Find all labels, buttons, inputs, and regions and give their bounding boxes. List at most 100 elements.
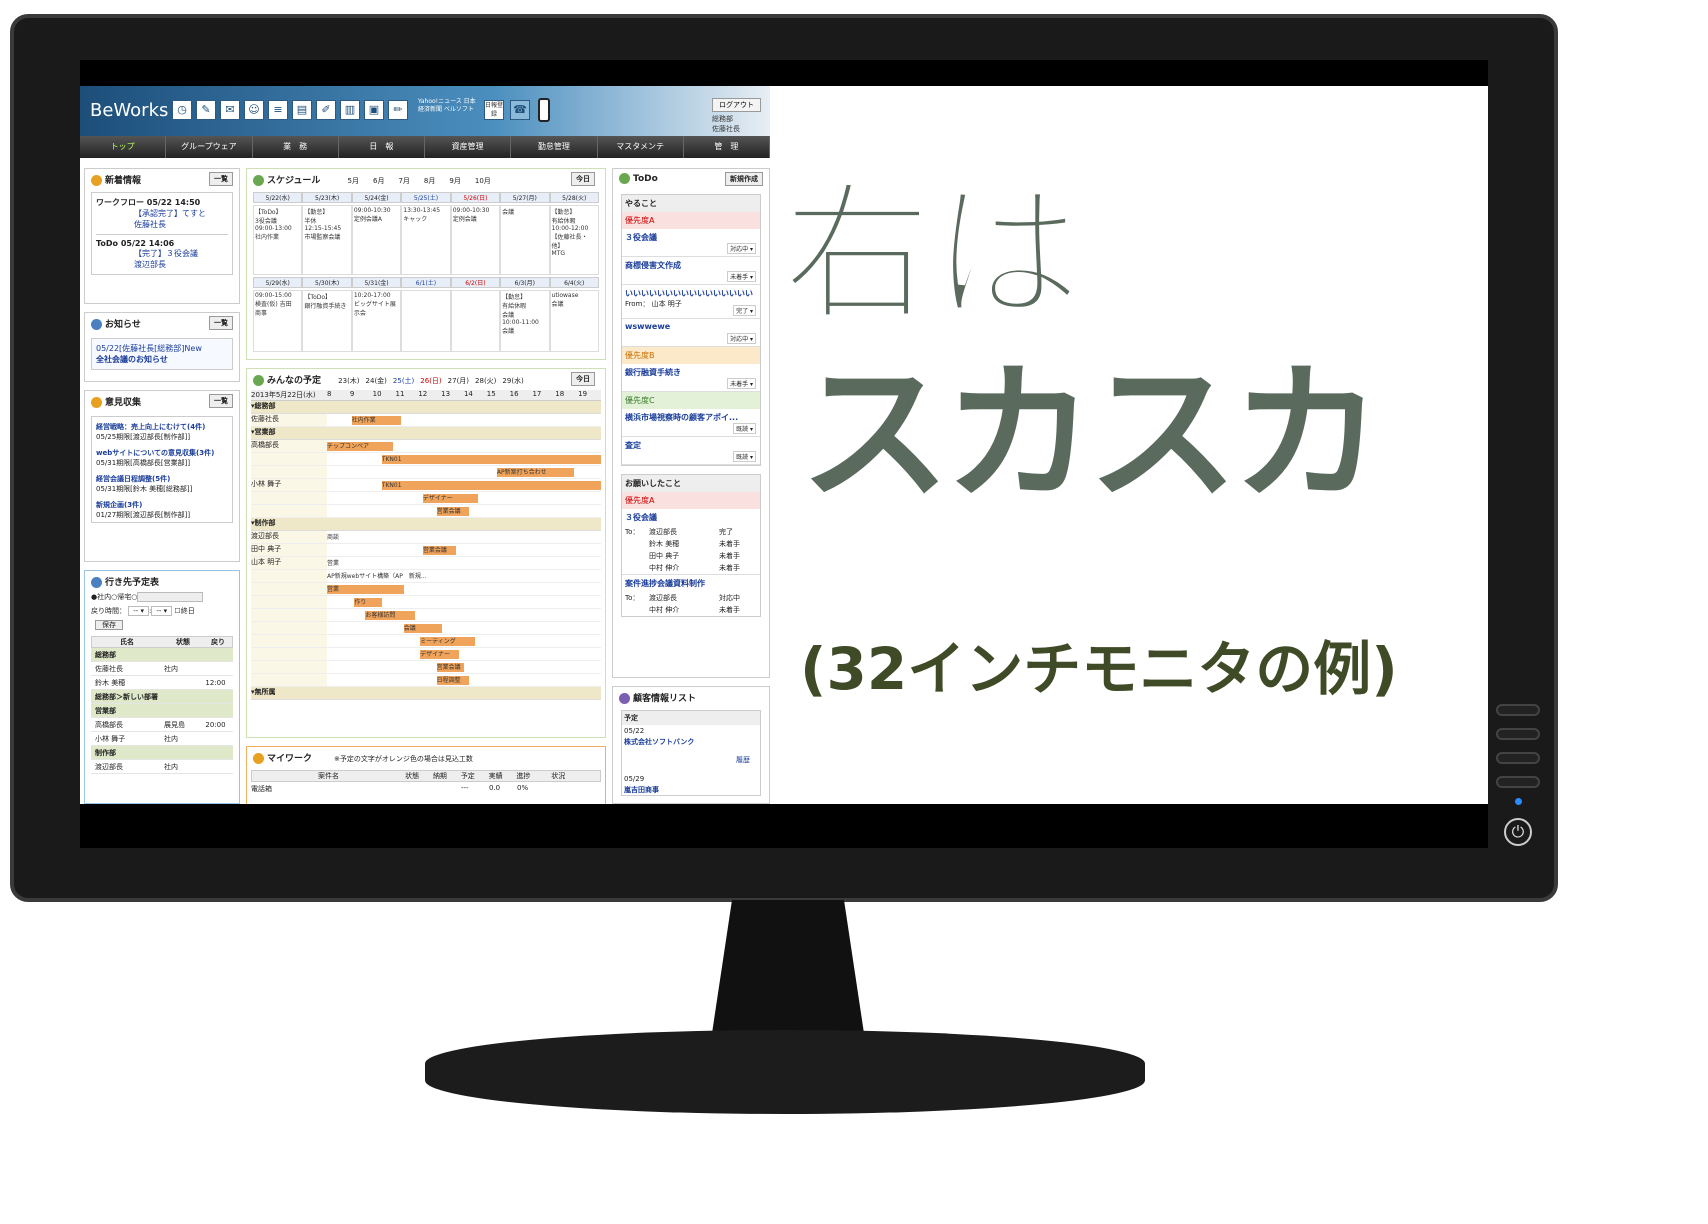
todo-item-title[interactable]: wswwewe <box>625 322 757 331</box>
status-radio[interactable]: ●社内○帰宅○ <box>91 593 137 601</box>
day-cell[interactable]: 【勤怠】 有給休暇 会議 10:00-11:00 会議 <box>500 290 550 352</box>
logout-button[interactable]: ログアウト <box>712 98 761 112</box>
all-day-label[interactable]: 終日 <box>181 607 195 615</box>
status-select[interactable]: 既読 ▾ <box>733 451 756 462</box>
status-select[interactable]: 対応中 ▾ <box>727 333 756 344</box>
nav-attendance[interactable]: 勤怠管理 <box>511 136 598 158</box>
mail-icon[interactable]: ✉ <box>220 100 240 120</box>
group-row[interactable]: ▾営業部 <box>251 427 601 440</box>
day-header[interactable]: 5/25(土) <box>401 192 451 203</box>
news-item-link[interactable]: 【承認完了】てすと <box>96 208 228 219</box>
member-name[interactable] <box>251 505 327 517</box>
users-icon[interactable]: ☺ <box>244 100 264 120</box>
day-cell[interactable]: 09:00-10:30 定例会議 <box>450 205 501 275</box>
gantt-bar[interactable]: 作り <box>354 598 382 607</box>
gantt-bar[interactable]: 営業会議 <box>422 546 456 555</box>
opinion-list-button[interactable]: 一覧 <box>209 394 233 408</box>
gantt-bar[interactable]: 社内作業 <box>351 416 401 425</box>
member-name[interactable]: 山本 明子 <box>251 557 327 569</box>
member-name[interactable]: 佐藤社長 <box>251 414 327 426</box>
day-tab[interactable]: 28(火) <box>475 377 496 385</box>
gantt-bar[interactable]: デザイナー <box>422 494 478 503</box>
nav-top[interactable]: トップ <box>80 136 167 158</box>
hour-select[interactable]: -- ▾ <box>128 606 150 616</box>
member-name[interactable] <box>251 583 327 595</box>
person-card-icon[interactable]: ▣ <box>364 100 384 120</box>
todo-new-button[interactable]: 新規作成 <box>725 172 763 186</box>
day-header[interactable]: 5/29(水) <box>253 277 303 288</box>
day-header[interactable]: 5/28(火) <box>549 192 599 203</box>
pen-icon[interactable]: ✎ <box>196 100 216 120</box>
month-tab[interactable]: 9月 <box>449 177 460 185</box>
day-cell[interactable]: 09:00-10:30 定例会議A <box>351 205 402 275</box>
day-tab[interactable]: 23(木) <box>338 377 359 385</box>
member-name[interactable] <box>251 453 327 465</box>
request-item[interactable]: 案件進捗会議資料制作 <box>622 574 760 592</box>
opinion-item[interactable]: 新規企画(3件) <box>96 500 228 510</box>
pencil-icon[interactable]: ✏ <box>388 100 408 120</box>
gantt-bar[interactable]: 日程調整 <box>436 676 470 685</box>
support-icon[interactable]: ☎ <box>510 100 530 120</box>
day-cell[interactable] <box>450 290 501 352</box>
member-name[interactable] <box>251 661 327 673</box>
everyone-today-button[interactable]: 今日 <box>571 372 595 386</box>
day-tab[interactable]: 29(水) <box>502 377 523 385</box>
news-list-button[interactable]: 一覧 <box>209 172 233 186</box>
month-tab[interactable]: 10月 <box>475 177 491 185</box>
todo-item-title[interactable]: 商標侵害文作成 <box>625 260 757 271</box>
opinion-item[interactable]: webサイトについての意見収集(3件) <box>96 448 228 458</box>
group-row[interactable]: ▾総務部 <box>251 401 601 414</box>
member-name[interactable] <box>251 674 327 686</box>
day-cell[interactable] <box>401 290 451 352</box>
day-tab[interactable]: 27(月) <box>448 377 469 385</box>
day-cell[interactable]: 10:20-17:00 ビッグサイト展示会 <box>351 290 402 352</box>
document-icon[interactable]: ▤ <box>292 100 312 120</box>
nav-groupware[interactable]: グループウェア <box>166 136 253 158</box>
schedule-today-button[interactable]: 今日 <box>571 172 595 186</box>
status-select[interactable]: 対応中 ▾ <box>727 243 756 254</box>
save-button[interactable]: 保存 <box>95 620 123 630</box>
todo-item[interactable]: 査定 既読 ▾ <box>622 437 760 465</box>
monitor-button[interactable] <box>1496 752 1540 764</box>
day-tab[interactable]: 25(土) <box>393 377 414 385</box>
member-name[interactable] <box>251 492 327 504</box>
gantt-bar[interactable]: 営業会議 <box>436 507 470 516</box>
nav-business[interactable]: 業 務 <box>253 136 339 158</box>
news-links[interactable]: Yahoo!ニュース 日本経済新聞 ベルソフト <box>418 98 478 114</box>
minute-select[interactable]: -- ▾ <box>151 606 173 616</box>
day-header[interactable]: 6/2(日) <box>450 277 501 288</box>
nav-master[interactable]: マスタメンテ <box>598 136 684 158</box>
todo-item[interactable]: wswwewe 対応中 ▾ <box>622 319 760 347</box>
todo-item-title[interactable]: 銀行融資手続き <box>625 367 757 378</box>
todo-item[interactable]: 銀行融資手続き 未着手 ▾ <box>622 364 760 392</box>
month-tab[interactable]: 8月 <box>424 177 435 185</box>
todo-item-title[interactable]: 横浜市場視察時の顧客アポイ... <box>625 412 757 423</box>
todo-item-title[interactable]: ３役会議 <box>625 232 757 243</box>
day-header[interactable]: 5/26(日) <box>450 192 501 203</box>
gantt-bar[interactable]: AP新規webサイト構築（AP 新規... <box>327 572 574 581</box>
member-name[interactable] <box>251 466 327 478</box>
member-name[interactable]: 小林 舞子 <box>251 479 327 491</box>
gantt-bar[interactable]: チップコンペア <box>327 442 393 451</box>
monitor-button[interactable] <box>1496 704 1540 716</box>
gantt-bar[interactable]: 営業 <box>327 559 409 568</box>
project-cell[interactable]: 電話箱 <box>251 784 405 794</box>
day-header[interactable]: 5/31(金) <box>351 277 402 288</box>
todo-item-title[interactable]: 査定 <box>625 440 757 451</box>
status-select[interactable]: 未着手 ▾ <box>727 378 756 389</box>
todo-item[interactable]: ３役会議 対応中 ▾ <box>622 229 760 257</box>
day-cell[interactable]: 【勤怠】 有給休暇 10:00-12:00 【佐藤社長・他】 MTG <box>549 205 599 275</box>
member-name[interactable] <box>251 609 327 621</box>
todo-item-title[interactable]: いいいいいいいいいいいいいいいい <box>625 288 757 299</box>
group-row[interactable]: ▾制作部 <box>251 518 601 531</box>
member-name[interactable] <box>251 622 327 634</box>
gantt-bar[interactable]: TKN01 <box>381 481 601 490</box>
day-tab[interactable]: 24(金) <box>366 377 387 385</box>
day-tab[interactable]: 26(日) <box>420 377 441 385</box>
clock-icon[interactable]: ◷ <box>172 100 192 120</box>
opinion-item[interactable]: 経営会議日程調整(5件) <box>96 474 228 484</box>
day-header[interactable]: 5/24(金) <box>351 192 402 203</box>
todo-item[interactable]: 商標侵害文作成 未着手 ▾ <box>622 257 760 285</box>
daily-report-register-icon[interactable]: 日報登録 <box>484 100 504 120</box>
day-cell[interactable]: utiowase 会議 <box>549 290 599 352</box>
